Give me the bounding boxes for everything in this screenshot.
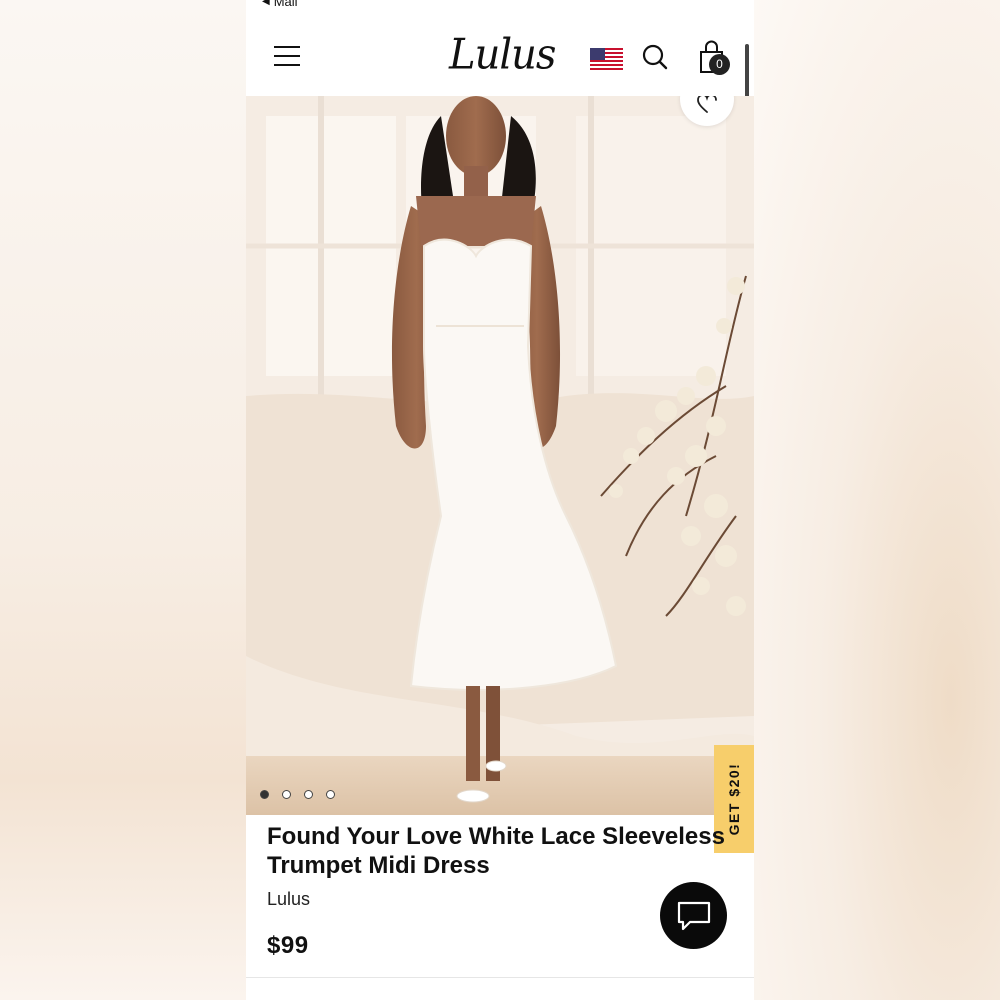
back-label: Mail — [273, 0, 298, 9]
site-header: Lulus 0 — [246, 18, 754, 178]
product-title-line1: Found Your Love White Lace Sleeveless — [267, 823, 725, 850]
phone-screen: ◀ Mail Lulus 0 GET $20! Found Your Love … — [246, 0, 754, 1000]
background-right — [754, 0, 1000, 1000]
carousel-dots — [260, 790, 335, 799]
product-title-line2: Trumpet Midi Dress — [267, 852, 490, 879]
search-icon[interactable] — [642, 44, 668, 70]
divider — [246, 977, 754, 978]
carousel-dot[interactable] — [282, 790, 291, 799]
product-image[interactable] — [246, 96, 754, 815]
background-left — [0, 0, 246, 1000]
product-photo — [246, 96, 754, 815]
back-to-mail[interactable]: ◀ Mail — [262, 0, 298, 9]
carousel-dot[interactable] — [260, 790, 269, 799]
carousel-dot[interactable] — [326, 790, 335, 799]
product-title: Found Your Love White Lace Sleeveless Tr… — [267, 822, 737, 880]
chat-button[interactable] — [660, 882, 727, 949]
site-logo[interactable]: Lulus — [449, 31, 556, 79]
cart-count-badge: 0 — [709, 54, 730, 75]
back-arrow-icon: ◀ — [262, 0, 270, 7]
product-brand[interactable]: Lulus — [267, 889, 310, 910]
us-flag-icon[interactable] — [590, 48, 623, 72]
product-price: $99 — [267, 932, 309, 959]
hamburger-icon[interactable] — [274, 46, 300, 66]
chat-icon — [677, 901, 711, 931]
carousel-dot[interactable] — [304, 790, 313, 799]
heart-icon — [697, 96, 717, 113]
